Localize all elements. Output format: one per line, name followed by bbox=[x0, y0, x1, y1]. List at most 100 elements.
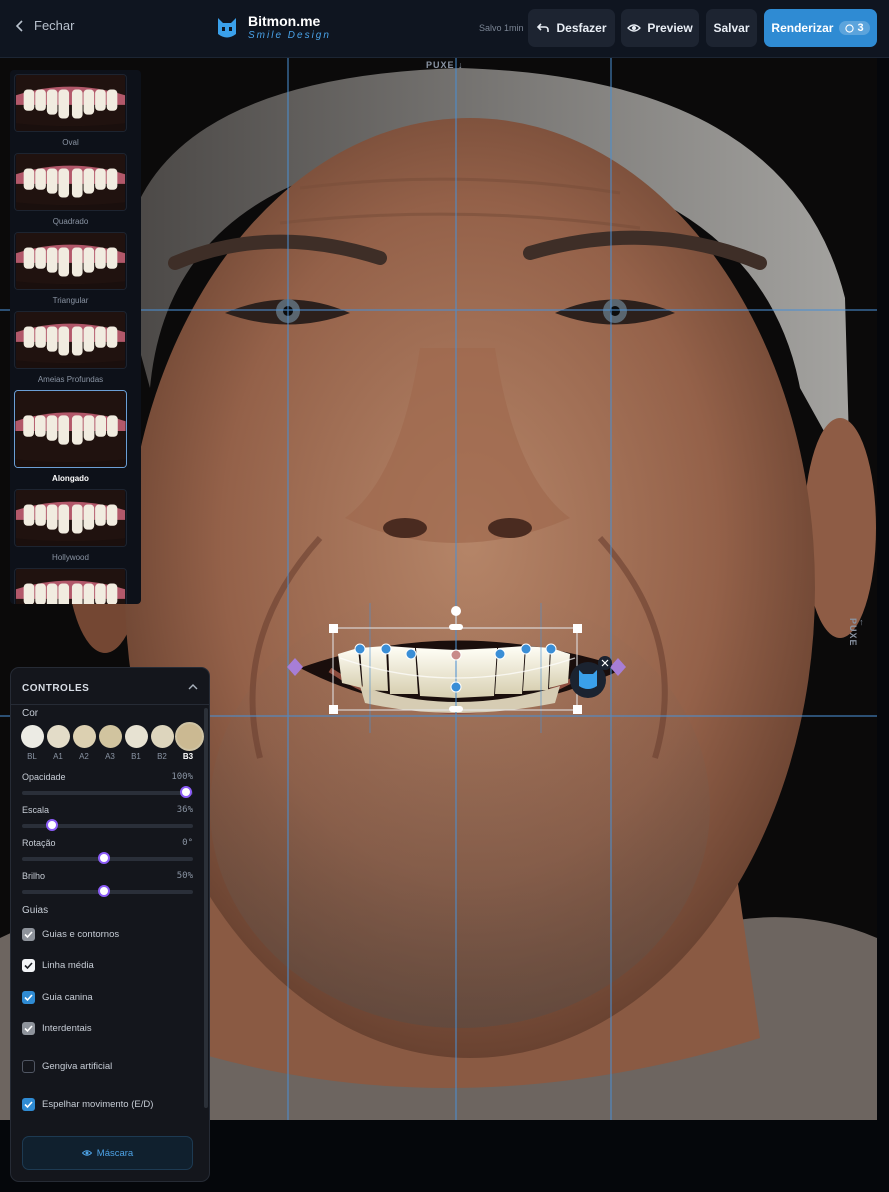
tooth-shape-thumbnail bbox=[14, 568, 127, 604]
credit-badge: 3 bbox=[839, 21, 870, 35]
undo-label: Desfazer bbox=[556, 21, 607, 35]
save-label: Salvar bbox=[713, 21, 750, 35]
tooth-shape-thumbnail bbox=[14, 390, 127, 468]
shade-swatch[interactable] bbox=[21, 725, 44, 748]
shade-swatch[interactable] bbox=[73, 725, 96, 748]
tooth-shape-thumbnail bbox=[14, 489, 127, 547]
guide-checkbox[interactable]: Gengiva artificial bbox=[22, 1060, 112, 1073]
tooth-shape-label: Ameias Profundas bbox=[37, 375, 104, 384]
brand-name: Bitmon.me bbox=[248, 13, 321, 29]
checkbox-box[interactable] bbox=[22, 959, 35, 972]
checkbox-box[interactable] bbox=[22, 1098, 35, 1111]
slider-knob[interactable] bbox=[98, 852, 110, 864]
color-label: Cor bbox=[22, 708, 39, 719]
app-root: Fechar Bitmon.me Smile Design Salvo 1min… bbox=[0, 0, 889, 1192]
checkbox-label: Guia canina bbox=[42, 992, 93, 1003]
slider-row: Brilho 50% bbox=[22, 871, 193, 897]
tooth-shape-label: Hollywood bbox=[52, 553, 89, 562]
tooth-shape-thumbnail bbox=[14, 311, 127, 369]
slider-value: 0° bbox=[182, 838, 193, 848]
chevron-up-icon[interactable] bbox=[188, 682, 198, 692]
preview-button[interactable]: Preview bbox=[621, 9, 699, 47]
tooth-shape-option[interactable]: Hollywood bbox=[14, 489, 129, 562]
slider-label: Escala bbox=[22, 805, 50, 815]
shade-swatch[interactable] bbox=[125, 725, 148, 748]
slider-track[interactable] bbox=[22, 791, 193, 795]
close-button[interactable]: Fechar bbox=[14, 18, 74, 33]
panel-scrollbar[interactable] bbox=[204, 708, 208, 1108]
guide-checkbox[interactable]: Guia canina bbox=[22, 991, 93, 1004]
checkbox-box[interactable] bbox=[22, 1022, 35, 1035]
slider-label: Brilho bbox=[22, 871, 46, 881]
guide-checkbox[interactable]: Guias e contornos bbox=[22, 928, 119, 941]
checkbox-box[interactable] bbox=[22, 928, 35, 941]
checkbox-label: Gengiva artificial bbox=[42, 1061, 113, 1072]
checkbox-box[interactable] bbox=[22, 991, 35, 1004]
check-icon bbox=[24, 962, 33, 970]
controls-title: CONTROLES bbox=[22, 683, 90, 694]
preview-label: Preview bbox=[647, 21, 693, 35]
slider-knob[interactable] bbox=[45, 819, 58, 831]
tooth-shape-option[interactable] bbox=[14, 568, 129, 604]
tooth-shape-option[interactable]: Quadrado bbox=[14, 153, 129, 226]
tooth-shape-label: Quadrado bbox=[52, 217, 89, 226]
shade-code: B2 bbox=[157, 752, 167, 761]
close-label: Fechar bbox=[34, 18, 75, 33]
checkbox-box[interactable] bbox=[22, 1060, 35, 1073]
checkbox-label: Guias e contornos bbox=[42, 929, 120, 940]
save-button[interactable]: Salvar bbox=[706, 9, 757, 47]
guide-checkbox[interactable]: Interdentais bbox=[22, 1022, 92, 1035]
render-button[interactable]: Renderizar 3 bbox=[764, 9, 877, 47]
eye-icon bbox=[81, 1150, 92, 1156]
undo-icon bbox=[537, 23, 550, 32]
checkbox-label: Espelhar movimento (E/D) bbox=[42, 1099, 154, 1110]
tooth-shape-label: Alongado bbox=[52, 474, 89, 483]
credit-count: 3 bbox=[857, 22, 864, 34]
shade-swatch[interactable] bbox=[47, 725, 70, 748]
slider-row: Rotação 0° bbox=[22, 838, 193, 864]
mask-label: Máscara bbox=[96, 1147, 134, 1159]
tooth-shape-thumbnail bbox=[14, 153, 127, 211]
bitmon-logo-icon bbox=[218, 17, 236, 37]
top-bar: Fechar Bitmon.me Smile Design Salvo 1min… bbox=[0, 0, 889, 58]
slider-row: Opacidade 100% bbox=[22, 772, 193, 798]
shade-swatch[interactable] bbox=[151, 725, 174, 748]
shade-swatches: BL A1 A2 A3 B1 B2 B3 bbox=[21, 722, 206, 763]
tooth-shape-label: Triangular bbox=[52, 296, 89, 305]
shade-code: A1 bbox=[53, 752, 63, 761]
tooth-shape-thumbnail bbox=[14, 232, 127, 290]
editor-canvas[interactable]: PUXE ↓ ← PUXE Oval Quadrado Triangular A… bbox=[0, 58, 889, 1192]
shade-code: A3 bbox=[105, 752, 115, 761]
undo-button[interactable]: Desfazer bbox=[528, 9, 615, 47]
pull-handle-top[interactable]: PUXE ↓ bbox=[426, 60, 464, 70]
tooth-shape-thumbnail bbox=[14, 74, 127, 132]
mask-button[interactable]: Máscara bbox=[22, 1136, 193, 1170]
slider-value: 50% bbox=[176, 871, 193, 881]
chevron-left-icon bbox=[15, 19, 23, 32]
brand: Bitmon.me Smile Design bbox=[216, 13, 331, 42]
guide-checkbox[interactable]: Espelhar movimento (E/D) bbox=[22, 1098, 153, 1111]
shade-code: B3 bbox=[182, 752, 194, 761]
tooth-shape-option[interactable]: Alongado bbox=[14, 390, 129, 483]
checkbox-label: Linha média bbox=[42, 960, 94, 971]
shade-swatch[interactable] bbox=[99, 725, 122, 748]
coin-icon bbox=[845, 23, 855, 33]
checkbox-label: Interdentais bbox=[42, 1023, 92, 1034]
pull-handle-right[interactable]: ← PUXE bbox=[848, 618, 868, 647]
slider-row: Escala 36% bbox=[22, 805, 193, 831]
check-icon bbox=[24, 1025, 33, 1033]
guide-checkbox[interactable]: Linha média bbox=[22, 959, 94, 972]
shade-swatch[interactable] bbox=[175, 722, 204, 751]
eye-icon bbox=[627, 24, 642, 32]
guides-label: Guias bbox=[22, 905, 49, 916]
slider-knob[interactable] bbox=[180, 786, 192, 798]
tooth-shape-option[interactable]: Triangular bbox=[14, 232, 129, 305]
controls-panel: CONTROLES Cor BL A1 A2 A3 B1 B2 B3 Opacidade 1… bbox=[10, 667, 210, 1182]
brand-tagline: Smile Design bbox=[248, 30, 331, 41]
slider-knob[interactable] bbox=[98, 885, 110, 897]
tooth-shape-option[interactable]: Oval bbox=[14, 74, 129, 147]
saved-status: Salvo 1min bbox=[479, 23, 524, 33]
shade-code: B1 bbox=[131, 752, 141, 761]
render-label: Renderizar bbox=[771, 21, 834, 35]
tooth-shape-option[interactable]: Ameias Profundas bbox=[14, 311, 129, 384]
